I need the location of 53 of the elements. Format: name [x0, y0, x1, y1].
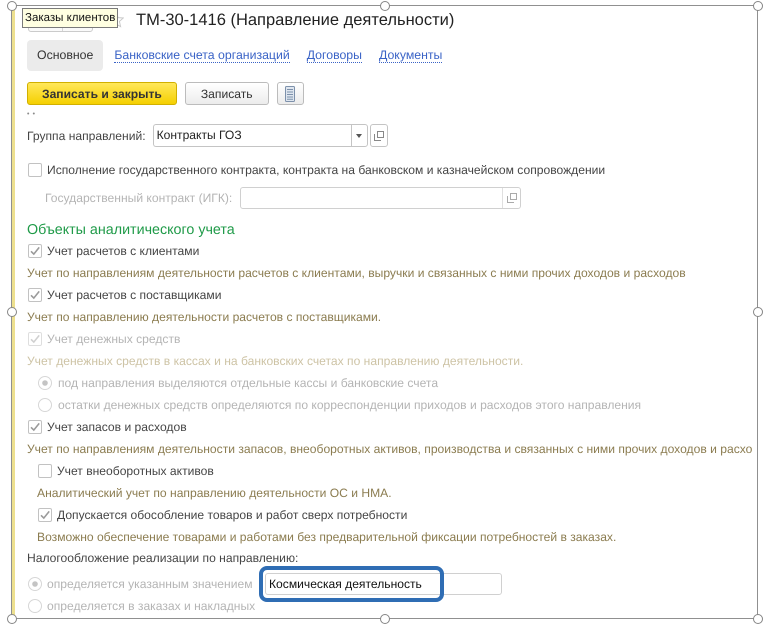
tab[interactable]: Документы [379, 48, 442, 63]
checkbox-label: Учет расчетов с поставщиками [47, 288, 222, 302]
selection-handle-icon[interactable] [752, 307, 762, 317]
description-text: Аналитический учет по направлению деятельности ОС и НМА. [37, 486, 392, 500]
tab[interactable]: Банковские счета организаций [114, 48, 290, 63]
dropdown-button[interactable] [350, 124, 368, 147]
tab[interactable]: Основное [27, 40, 104, 71]
checkbox-label: Учет денежных средств [47, 332, 180, 346]
caret-icon [356, 134, 362, 138]
checkbox[interactable] [28, 420, 42, 434]
description-text: Учет по направлениям деятельности расчетов с клиентами, выручки и связанных с ними прочих доходов и расходов [27, 266, 686, 280]
radio-label: определяется указанным значением [47, 577, 253, 591]
description-text: Учет денежных средств в кассах и на банковских счетах по направлению деятельности. [27, 354, 524, 368]
checkbox-label: Учет запасов и расходов [47, 420, 187, 434]
checkbox-label: Допускается обособление товаров и работ сверх потребности [57, 508, 408, 522]
radio-label: под направления выделяются отдельные кассы и банковские счета [58, 376, 438, 390]
contract-field[interactable] [240, 187, 522, 209]
checkbox-label: Исполнение государственного контракта, контракта на банковском и казначейском сопровождении [47, 163, 606, 177]
selection-handle-icon[interactable] [6, 0, 16, 10]
open-icon [506, 193, 517, 203]
tab[interactable]: Договоры [306, 48, 362, 63]
window-title: ТМ-30-1416 (Направление деятельности) [136, 10, 454, 30]
taxation-label: Налогообложение реализации по направлению: [27, 550, 298, 567]
selection-handle-icon[interactable] [6, 614, 16, 624]
description-text: Учет по направлению деятельности расчетов с поставщиками. [27, 310, 382, 324]
checkbox[interactable] [28, 163, 42, 177]
selection-handle-icon[interactable] [752, 0, 762, 10]
selection-handle-icon[interactable] [752, 614, 762, 624]
selection-handle-icon[interactable] [380, 0, 390, 10]
radio-label: остатки денежных средств определяются по корреспонденции приходов и расходов этого направления [58, 398, 642, 412]
description-text: Возможно обеспечение товарами и работами без предварительной фиксации потребностей в заказах. [37, 530, 616, 544]
save-button[interactable]: Записать [184, 82, 269, 105]
tooltip: Заказы клиентов [22, 8, 118, 28]
checkbox-label: Учет расчетов с клиентами [47, 244, 200, 258]
group-label: Группа направлений: [27, 128, 146, 142]
checkbox-label: Учет внеоборотных активов [57, 464, 214, 478]
list-button[interactable] [276, 82, 304, 105]
checkbox[interactable] [38, 464, 52, 478]
radio-label: определяется в заказах и накладных [47, 599, 256, 613]
description-text: Учет по направлениям деятельности запасов, внеоборотных активов, производства и связанных с ними прочих доходов и расхо [27, 442, 752, 456]
dots-icon [27, 112, 35, 115]
open-icon [374, 130, 384, 140]
contract-label: Государственный контракт (ИГК): [45, 191, 232, 205]
group-field[interactable]: Контракты ГОЗ [152, 124, 351, 147]
section-heading: Объекты аналитического учета [27, 221, 235, 240]
open-button[interactable] [370, 124, 388, 147]
selection-handle-icon[interactable] [380, 614, 390, 624]
selection-handle-icon[interactable] [6, 307, 16, 317]
checkbox[interactable] [38, 508, 52, 522]
checkbox[interactable] [28, 288, 42, 302]
save-and-close-button[interactable]: Записать и закрыть [27, 82, 177, 105]
checkbox[interactable] [28, 244, 42, 258]
list-icon [285, 86, 296, 102]
